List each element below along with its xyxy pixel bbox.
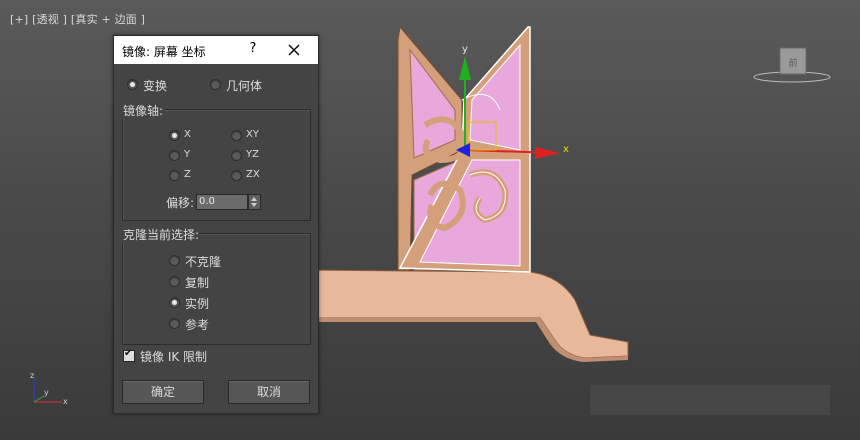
radio-geometry-label: 几何体 (226, 79, 263, 93)
mirror-axis-title: 镜像轴: (122, 102, 165, 119)
clone-title: 克隆当前选择: (122, 226, 201, 243)
radio-axis-x-label: X (184, 129, 191, 140)
offset-input[interactable]: 0.0 (196, 194, 248, 210)
shelf-base[interactable] (299, 269, 629, 359)
help-button[interactable]: ? (244, 41, 262, 59)
radio-axis-yz[interactable] (231, 150, 242, 161)
spinner-down-icon[interactable] (251, 203, 257, 207)
mirror-ik-label: 镜像 IK 限制 (140, 350, 208, 364)
radio-axis-yz-label: YZ (246, 149, 259, 160)
viewcube[interactable]: 前 (752, 44, 832, 86)
svg-text:z: z (30, 371, 34, 380)
radio-instance[interactable] (169, 297, 180, 308)
radio-axis-y[interactable] (169, 150, 180, 161)
radio-no-clone[interactable] (169, 255, 180, 266)
clone-group (122, 233, 311, 345)
right-panel-inlay (469, 43, 521, 151)
floor-reflection (590, 385, 830, 415)
radio-axis-y-label: Y (184, 149, 191, 160)
radio-axis-zx-label: ZX (246, 169, 260, 180)
radio-copy-label: 复制 (185, 276, 210, 290)
spinner-up-icon[interactable] (251, 197, 257, 201)
gizmo-x-label: x (563, 144, 569, 155)
gizmo-y-label: y (462, 44, 468, 55)
mirror-dialog: 镜像: 屏幕 坐标 ? 变换 几何体 镜像轴: X Y Z XY YZ ZX 偏… (113, 35, 319, 414)
radio-axis-xy[interactable] (231, 130, 242, 141)
ok-button[interactable]: 确定 (122, 380, 204, 404)
mirror-ik-checkbox[interactable] (123, 348, 135, 362)
radio-axis-zx[interactable] (231, 170, 242, 181)
dialog-titlebar[interactable]: 镜像: 屏幕 坐标 ? (114, 36, 318, 64)
radio-axis-x[interactable] (169, 130, 180, 141)
gizmo-y-arrow[interactable] (459, 56, 471, 80)
dialog-title: 镜像: 屏幕 坐标 (122, 45, 206, 59)
offset-spinner[interactable] (248, 194, 261, 210)
radio-axis-z[interactable] (169, 170, 180, 181)
gizmo-x-arrow[interactable] (535, 147, 560, 159)
svg-text:前: 前 (788, 57, 797, 69)
close-icon[interactable] (284, 40, 304, 60)
radio-reference[interactable] (169, 318, 180, 329)
offset-label: 偏移: (166, 196, 195, 210)
axis-tripod: z x y (30, 371, 68, 406)
radio-transform-label: 变换 (143, 79, 168, 93)
radio-geometry[interactable] (210, 79, 221, 90)
radio-axis-z-label: Z (184, 169, 191, 180)
radio-transform[interactable] (127, 79, 138, 90)
svg-text:x: x (63, 397, 68, 406)
svg-text:y: y (44, 388, 49, 397)
radio-instance-label: 实例 (185, 297, 210, 311)
radio-reference-label: 参考 (185, 318, 210, 332)
cancel-button[interactable]: 取消 (228, 380, 310, 404)
radio-copy[interactable] (169, 276, 180, 287)
radio-no-clone-label: 不克隆 (185, 255, 222, 269)
radio-axis-xy-label: XY (246, 129, 259, 140)
